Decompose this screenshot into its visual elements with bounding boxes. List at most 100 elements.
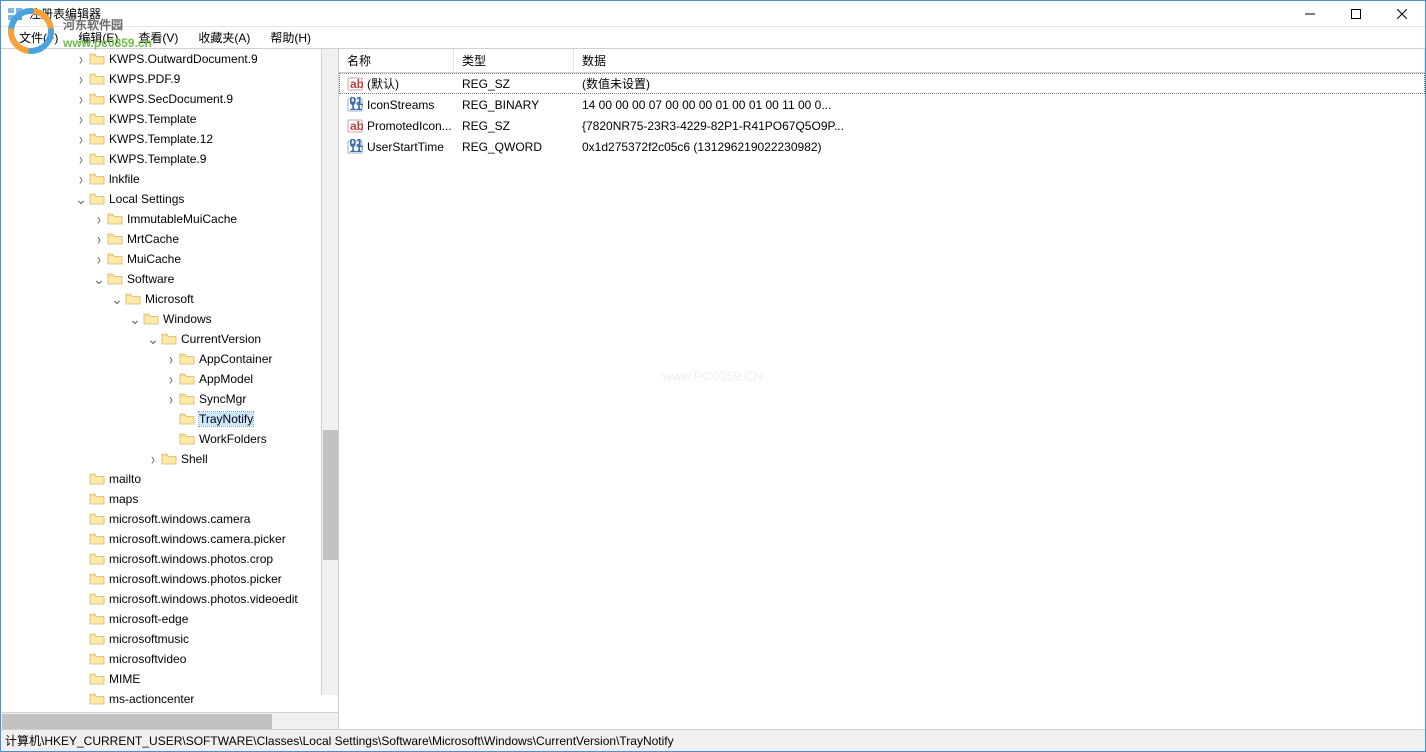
statusbar: 计算机\HKEY_CURRENT_USER\SOFTWARE\Classes\L… <box>1 729 1425 751</box>
folder-icon <box>107 272 123 286</box>
expand-icon[interactable]: › <box>73 149 89 169</box>
tree-item[interactable]: mailto <box>1 469 338 489</box>
tree-item[interactable]: microsoftvideo <box>1 649 338 669</box>
tree-item[interactable]: microsoft.windows.camera.picker <box>1 529 338 549</box>
titlebar[interactable]: 注册表编辑器 <box>1 1 1425 27</box>
tree-viewport[interactable]: ›KWPS.OutwardDocument.9›KWPS.PDF.9›KWPS.… <box>1 49 338 712</box>
menu-help[interactable]: 帮助(H) <box>260 27 321 48</box>
tree-hscrollbar[interactable] <box>1 712 338 729</box>
tree-item-label: mailto <box>109 472 141 486</box>
folder-icon <box>89 172 105 186</box>
tree-item[interactable]: › AppModel <box>1 369 338 389</box>
tree-item-label: KWPS.Template <box>109 112 196 126</box>
value-type: REG_QWORD <box>454 140 574 154</box>
tree-item[interactable]: microsoft.windows.camera <box>1 509 338 529</box>
tree-item[interactable]: ›lnkfile <box>1 169 338 189</box>
tree-item[interactable]: › KWPS.Template.9 <box>1 149 338 169</box>
tree-item-label: KWPS.SecDocument.9 <box>109 92 233 106</box>
tree-item[interactable]: ms-actioncenter <box>1 689 338 709</box>
collapse-icon[interactable]: ⌄ <box>127 311 143 328</box>
binary-value-icon: 011110 <box>347 139 363 155</box>
tree-item[interactable]: microsoftmusic <box>1 629 338 649</box>
tree-item-label: KWPS.Template.9 <box>109 152 206 166</box>
expand-icon[interactable]: › <box>73 49 89 69</box>
expand-icon[interactable]: › <box>73 169 89 189</box>
tree-item[interactable]: ⌄Software <box>1 269 338 289</box>
tree-item[interactable]: ⌄Microsoft <box>1 289 338 309</box>
expand-icon[interactable]: › <box>73 109 89 129</box>
tree-item-label: CurrentVersion <box>181 332 261 346</box>
tree-item[interactable]: MIME <box>1 669 338 689</box>
folder-icon <box>161 332 177 346</box>
expand-icon[interactable]: › <box>73 69 89 89</box>
app-icon <box>7 6 23 22</box>
tree-item[interactable]: microsoft.windows.photos.picker <box>1 569 338 589</box>
tree-item[interactable]: TrayNotify <box>1 409 338 429</box>
tree-item-label: AppModel <box>199 372 253 386</box>
tree-item[interactable]: ⌄ CurrentVersion <box>1 329 338 349</box>
tree-item[interactable]: ⌄Windows <box>1 309 338 329</box>
expand-icon[interactable]: › <box>145 449 161 469</box>
expand-icon[interactable]: › <box>163 389 179 409</box>
tree-item[interactable]: › SyncMgr <box>1 389 338 409</box>
menu-edit[interactable]: 编辑(E) <box>68 27 128 48</box>
tree-item[interactable]: ›KWPS.PDF.9 <box>1 69 338 89</box>
col-data[interactable]: 数据 <box>574 49 1425 72</box>
values-list[interactable]: www.PC0359.CN ab(默认)REG_SZ(数值未设置)011110I… <box>339 73 1425 729</box>
expand-icon[interactable]: › <box>163 349 179 369</box>
expand-icon[interactable]: › <box>91 249 107 269</box>
svg-text:110: 110 <box>350 141 364 155</box>
expand-icon[interactable]: › <box>73 89 89 109</box>
tree-item[interactable]: microsoft-edge <box>1 609 338 629</box>
folder-icon <box>143 312 159 326</box>
tree-item[interactable]: ›KWPS.OutwardDocument.9 <box>1 49 338 69</box>
window-title: 注册表编辑器 <box>29 5 1287 22</box>
tree-item[interactable]: microsoft.windows.photos.videoedit <box>1 589 338 609</box>
tree-item[interactable]: › KWPS.SecDocument.9 <box>1 89 338 109</box>
tree-item-label: microsoft.windows.camera <box>109 512 250 526</box>
collapse-icon[interactable]: ⌄ <box>73 191 89 208</box>
menu-file[interactable]: 文件(F) <box>9 27 68 48</box>
expand-icon[interactable]: › <box>163 369 179 389</box>
tree-item[interactable]: ›Shell <box>1 449 338 469</box>
value-row[interactable]: ab(默认)REG_SZ(数值未设置) <box>339 73 1425 94</box>
tree-item[interactable]: ⌄ Local Settings <box>1 189 338 209</box>
tree-item[interactable]: ›ImmutableMuiCache <box>1 209 338 229</box>
folder-icon <box>179 432 195 446</box>
value-data: 14 00 00 00 07 00 00 00 01 00 01 00 11 0… <box>574 98 1425 112</box>
tree-item[interactable]: WorkFolders <box>1 429 338 449</box>
expand-icon[interactable]: › <box>73 129 89 149</box>
tree-item[interactable]: ›MuiCache <box>1 249 338 269</box>
value-row[interactable]: 011110UserStartTimeREG_QWORD0x1d275372f2… <box>339 136 1425 157</box>
tree-item[interactable]: ›AppContainer <box>1 349 338 369</box>
value-name: IconStreams <box>367 98 434 112</box>
collapse-icon[interactable]: ⌄ <box>91 271 107 288</box>
tree-item[interactable]: ›KWPS.Template.12 <box>1 129 338 149</box>
tree-item-label: WorkFolders <box>199 432 267 446</box>
collapse-icon[interactable]: ⌄ <box>145 331 161 348</box>
collapse-icon[interactable]: ⌄ <box>109 291 125 308</box>
minimize-button[interactable] <box>1287 1 1333 26</box>
value-row[interactable]: abPromotedIcon...REG_SZ{7820NR75-23R3-42… <box>339 115 1425 136</box>
maximize-button[interactable] <box>1333 1 1379 26</box>
col-type[interactable]: 类型 <box>454 49 574 72</box>
tree-pane: ›KWPS.OutwardDocument.9›KWPS.PDF.9›KWPS.… <box>1 49 339 729</box>
tree-item[interactable]: › KWPS.Template <box>1 109 338 129</box>
tree-item[interactable]: maps <box>1 489 338 509</box>
expand-icon[interactable]: › <box>91 229 107 249</box>
tree-item-label: microsoftmusic <box>109 632 189 646</box>
menu-favorites[interactable]: 收藏夹(A) <box>188 27 260 48</box>
value-row[interactable]: 011110IconStreamsREG_BINARY14 00 00 00 0… <box>339 94 1425 115</box>
tree-vscrollbar[interactable] <box>321 49 338 695</box>
expand-icon[interactable]: › <box>91 209 107 229</box>
tree-item[interactable]: microsoft.windows.photos.crop <box>1 549 338 569</box>
tree-item-label: SyncMgr <box>199 392 246 406</box>
col-name[interactable]: 名称 <box>339 49 454 72</box>
tree-item-label: Local Settings <box>109 192 184 206</box>
menu-view[interactable]: 查看(V) <box>128 27 188 48</box>
folder-icon <box>107 232 123 246</box>
close-button[interactable] <box>1379 1 1425 26</box>
values-header: 名称 类型 数据 <box>339 49 1425 73</box>
tree-item[interactable]: ›MrtCache <box>1 229 338 249</box>
main-body: ›KWPS.OutwardDocument.9›KWPS.PDF.9›KWPS.… <box>1 49 1425 729</box>
